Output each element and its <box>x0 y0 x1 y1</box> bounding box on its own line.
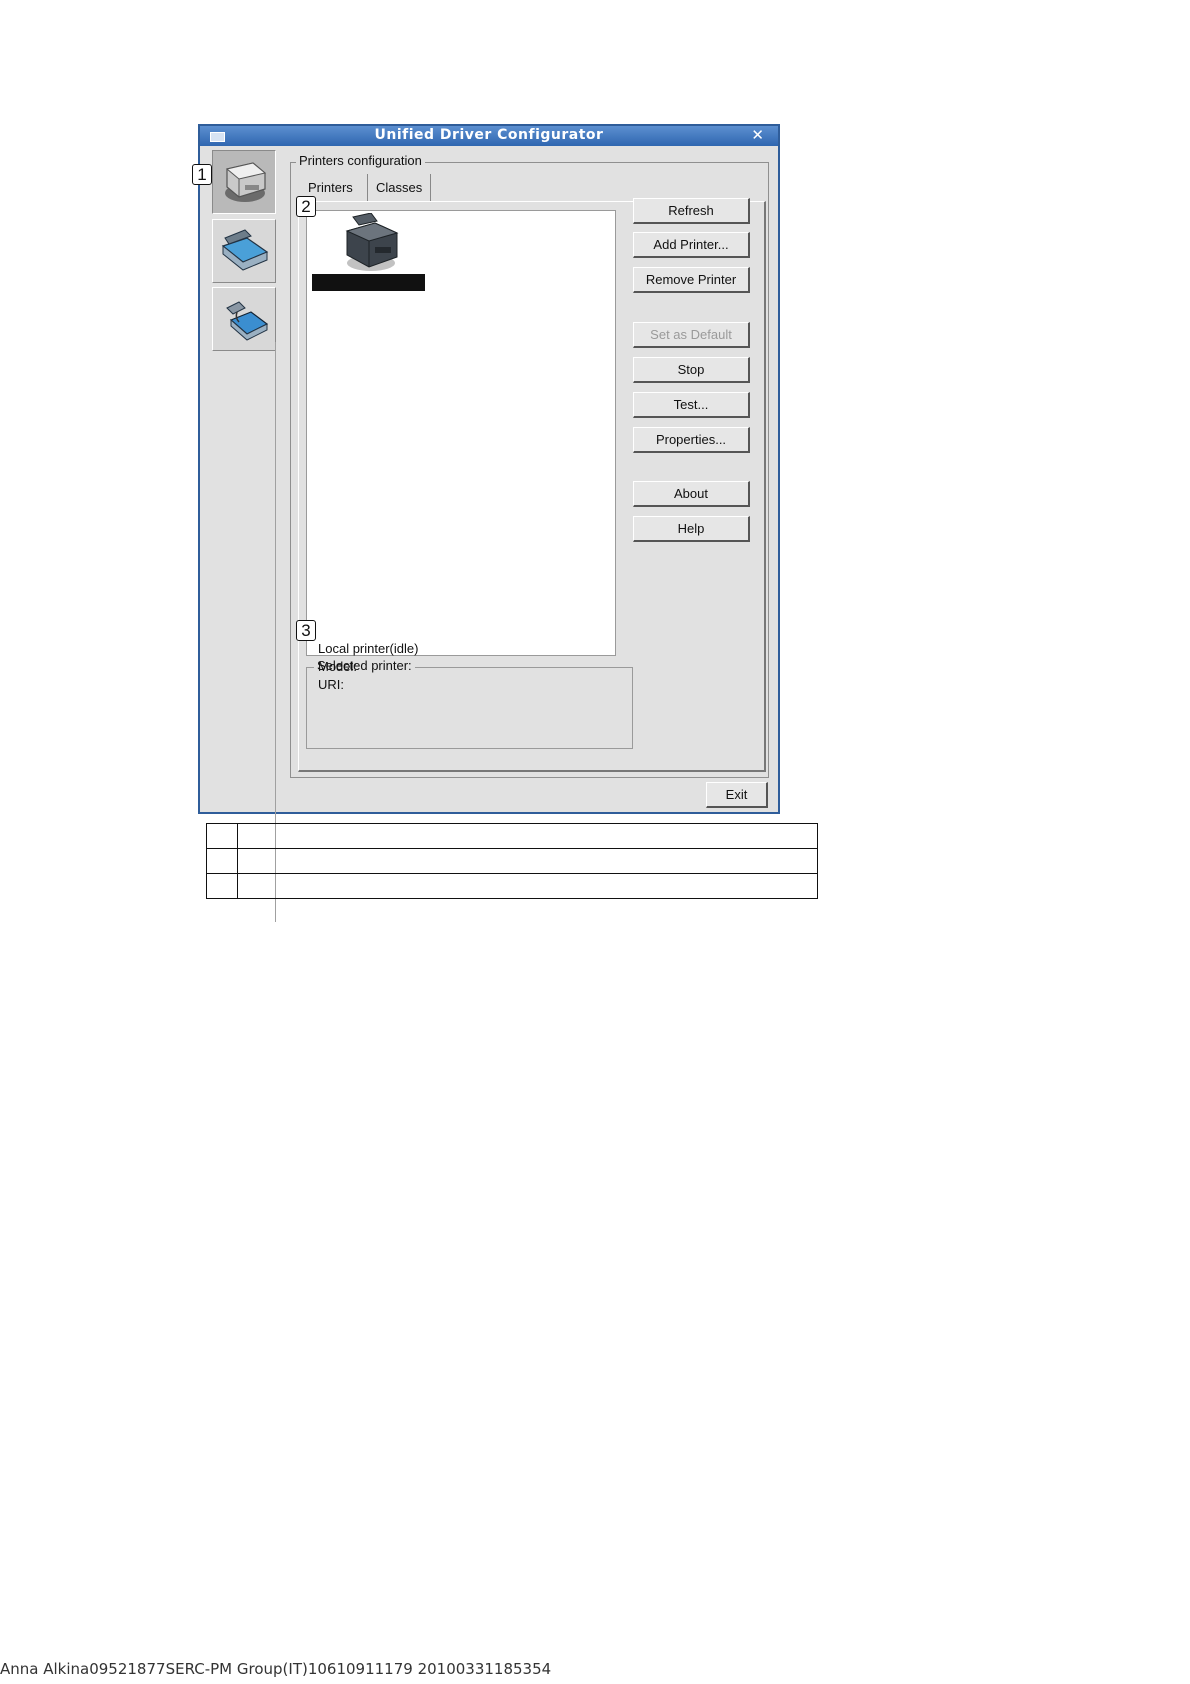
table-row <box>206 823 818 849</box>
selected-printer-status: Local printer(idle) <box>318 641 419 656</box>
stop-button[interactable]: Stop <box>633 357 750 383</box>
tab-classes[interactable]: Classes <box>367 174 432 201</box>
table-row <box>206 848 818 874</box>
test-button[interactable]: Test... <box>633 392 750 418</box>
document-footer: Anna Alkina09521877SERC-PM Group(IT)1061… <box>0 1660 552 1678</box>
legend-number <box>206 848 238 874</box>
legend-description <box>237 848 818 874</box>
sidebar-item-printers[interactable] <box>212 150 276 214</box>
printer-device-icon[interactable] <box>341 213 401 275</box>
unified-driver-configurator-window: Unified Driver Configurator ✕ 1 Printers… <box>192 124 780 922</box>
callout-1: 1 <box>192 164 212 185</box>
selected-printer-uri: URI: <box>318 677 344 692</box>
legend-description <box>237 873 818 899</box>
legend-description <box>237 823 818 849</box>
exit-button[interactable]: Exit <box>706 782 768 808</box>
callout-3: 3 <box>296 620 316 641</box>
set-as-default-button[interactable]: Set as Default <box>633 322 750 348</box>
add-printer-button[interactable]: Add Printer... <box>633 232 750 258</box>
printer-name-label-redacted[interactable] <box>312 274 425 291</box>
selected-printer-model: Model: <box>318 659 358 674</box>
sidebar-item-scanners[interactable] <box>212 219 276 283</box>
about-button[interactable]: About <box>633 481 750 507</box>
close-button[interactable]: ✕ <box>751 126 764 144</box>
legend-number <box>206 873 238 899</box>
refresh-button[interactable]: Refresh <box>633 198 750 224</box>
help-button[interactable]: Help <box>633 516 750 542</box>
printers-configuration-title: Printers configuration <box>296 153 425 168</box>
port-icon <box>226 301 269 341</box>
selected-printer-group <box>306 667 633 749</box>
window-title: Unified Driver Configurator <box>374 127 604 143</box>
callout-2: 2 <box>296 196 316 217</box>
legend-number <box>206 823 238 849</box>
table-row <box>206 873 818 899</box>
printer-icon <box>225 162 267 202</box>
scanner-icon <box>221 229 269 271</box>
remove-printer-button[interactable]: Remove Printer <box>633 267 750 293</box>
title-bar[interactable]: Unified Driver Configurator ✕ <box>200 126 778 146</box>
callout-legend-table <box>206 823 818 899</box>
properties-button[interactable]: Properties... <box>633 427 750 453</box>
